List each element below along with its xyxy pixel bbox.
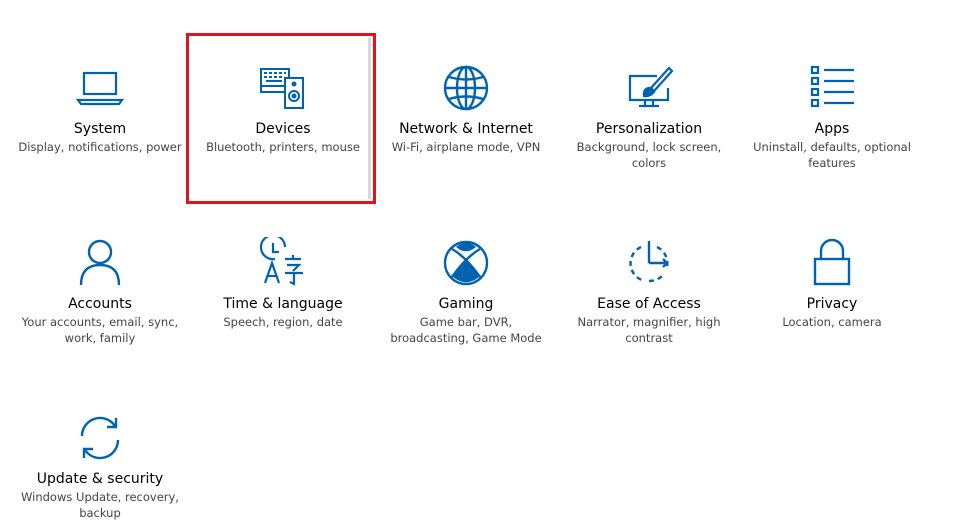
tile-description: Location, camera [782,315,882,329]
xbox-icon [440,237,492,289]
tile-time-language[interactable]: Time & language Speech, region, date [193,237,373,330]
tile-title: Accounts [68,296,132,312]
tile-description: Bluetooth, printers, mouse [206,140,360,154]
settings-home: System Display, notifications, power Dev… [0,0,960,526]
tile-title: Apps [814,121,850,137]
paint-brush-icon [623,62,675,114]
tile-description: Your accounts, email, sync, work, family [21,315,179,345]
person-icon [74,237,126,289]
tile-accounts[interactable]: Accounts Your accounts, email, sync, wor… [10,237,190,346]
tile-title: Devices [255,121,311,137]
tile-apps[interactable]: Apps Uninstall, defaults, optional featu… [742,62,922,171]
sync-icon [74,412,126,464]
tile-update-security[interactable]: Update & security Windows Update, recove… [10,412,190,521]
tile-description: Windows Update, recovery, backup [21,490,179,520]
devices-icon [257,62,309,114]
tile-title: Update & security [36,471,164,487]
tile-description: Display, notifications, power [18,140,182,154]
tile-title: Personalization [595,121,703,137]
lock-icon [806,237,858,289]
globe-icon [440,62,492,114]
tile-title: Ease of Access [597,296,701,312]
tile-description: Uninstall, defaults, optional features [753,140,911,170]
tile-title: Network & Internet [399,121,533,137]
laptop-icon [74,62,126,114]
time-language-icon [257,237,309,289]
tile-description: Game bar, DVR, broadcasting, Game Mode [390,315,542,345]
apps-list-icon [806,62,858,114]
tile-personalization[interactable]: Personalization Background, lock screen,… [559,62,739,171]
ease-of-access-icon [623,237,675,289]
tile-title: Time & language [223,296,343,312]
tile-network-internet[interactable]: Network & Internet Wi-Fi, airplane mode,… [376,62,556,155]
tile-description: Narrator, magnifier, high contrast [577,315,721,345]
tile-title: Gaming [438,296,494,312]
tile-title: Privacy [806,296,858,312]
tile-description: Background, lock screen, colors [576,140,722,170]
tile-ease-of-access[interactable]: Ease of Access Narrator, magnifier, high… [559,237,739,346]
tile-title: System [73,121,127,137]
tile-description: Wi-Fi, airplane mode, VPN [391,140,541,154]
tile-description: Speech, region, date [223,315,343,329]
tile-system[interactable]: System Display, notifications, power [10,62,190,155]
tile-gaming[interactable]: Gaming Game bar, DVR, broadcasting, Game… [376,237,556,346]
tile-devices[interactable]: Devices Bluetooth, printers, mouse [193,62,373,155]
tile-privacy[interactable]: Privacy Location, camera [742,237,922,330]
